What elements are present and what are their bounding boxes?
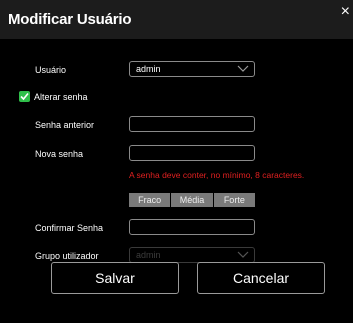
password-strength-bar: Fraco Média Forte bbox=[129, 193, 255, 207]
dialog-title: Modificar Usuário bbox=[8, 11, 132, 28]
user-group-value: admin bbox=[136, 250, 161, 260]
strength-weak: Fraco bbox=[129, 193, 172, 207]
chevron-down-icon bbox=[237, 65, 249, 72]
user-group-select: admin bbox=[129, 247, 255, 263]
close-icon[interactable]: × bbox=[341, 4, 350, 20]
modify-user-dialog: Modificar Usuário × Usuário admin Altera… bbox=[0, 0, 353, 323]
check-icon bbox=[20, 92, 29, 101]
user-group-label: Grupo utilizador bbox=[35, 251, 99, 261]
change-password-checkbox[interactable] bbox=[19, 91, 30, 102]
strength-medium: Média bbox=[171, 193, 214, 207]
save-button[interactable]: Salvar bbox=[51, 262, 179, 294]
user-label: Usuário bbox=[35, 65, 67, 75]
user-select-value: admin bbox=[136, 64, 161, 74]
dialog-title-bar: Modificar Usuário × bbox=[0, 0, 353, 39]
new-password-label: Nova senha bbox=[35, 149, 84, 159]
confirm-password-input[interactable] bbox=[129, 219, 255, 235]
chevron-down-icon bbox=[237, 251, 249, 258]
old-password-input[interactable] bbox=[129, 116, 255, 132]
strength-strong: Forte bbox=[223, 195, 245, 205]
old-password-label: Senha anterior bbox=[35, 120, 95, 130]
change-password-label: Alterar senha bbox=[34, 92, 88, 102]
new-password-input[interactable] bbox=[129, 145, 255, 161]
confirm-password-label: Confirmar Senha bbox=[35, 223, 104, 233]
user-select[interactable]: admin bbox=[129, 61, 255, 77]
password-hint: A senha deve conter, no mínimo, 8 caract… bbox=[129, 170, 305, 180]
cancel-button[interactable]: Cancelar bbox=[197, 262, 325, 294]
